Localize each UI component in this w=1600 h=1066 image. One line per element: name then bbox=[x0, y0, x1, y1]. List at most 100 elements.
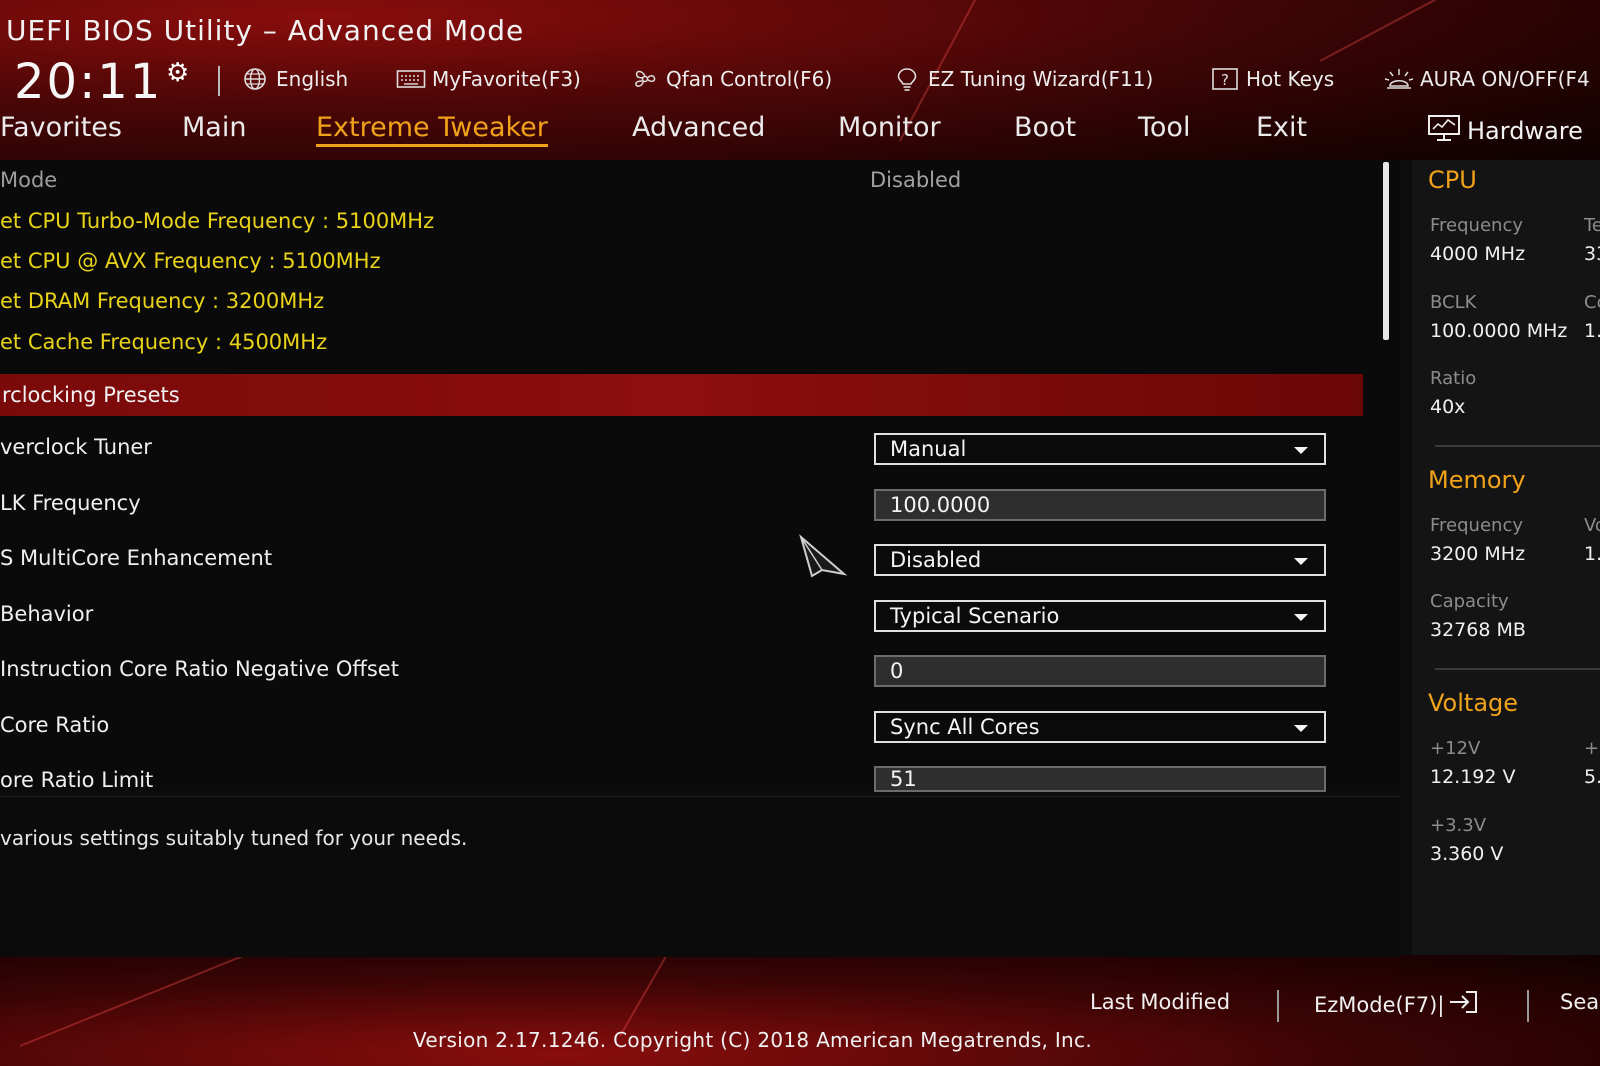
cpu-core-ratio-label: Core Ratio bbox=[0, 713, 110, 737]
mode-value: Disabled bbox=[870, 168, 962, 192]
core-ratio-limit-label: ore Ratio Limit bbox=[0, 768, 154, 792]
ez-tuning-wizard-label: EZ Tuning Wizard(F11) bbox=[928, 67, 1154, 91]
dropdown-caret-icon bbox=[1294, 725, 1308, 732]
qfan-control-button[interactable]: Qfan Control(F6) bbox=[630, 64, 832, 94]
ez-tuning-wizard-button[interactable]: EZ Tuning Wizard(F11) bbox=[892, 64, 1153, 94]
hw-divider bbox=[1435, 668, 1600, 670]
hw-capacity-value: 32768 MB bbox=[1430, 619, 1526, 641]
hw-bclk-value: 100.0000 MHz bbox=[1430, 320, 1568, 342]
cpu-core-ratio-select[interactable]: Sync All Cores bbox=[874, 711, 1326, 743]
globe-icon bbox=[240, 67, 270, 91]
dropdown-caret-icon bbox=[1294, 558, 1308, 565]
fan-icon bbox=[630, 67, 660, 91]
target-cpu-turbo-frequency: et CPU Turbo-Mode Frequency : 5100MHz bbox=[0, 209, 435, 233]
hw-core-voltage-value: 1. bbox=[1584, 320, 1600, 342]
myfavorite-button[interactable]: MyFavorite(F3) bbox=[396, 64, 581, 94]
target-cache-frequency: et Cache Frequency : 4500MHz bbox=[0, 330, 328, 354]
hw-divider bbox=[1435, 445, 1600, 447]
footer-divider bbox=[1527, 990, 1529, 1022]
tab-advanced[interactable]: Advanced bbox=[632, 112, 765, 143]
version-copyright: Version 2.17.1246. Copyright (C) 2018 Am… bbox=[413, 1028, 1092, 1052]
section-title: rclocking Presets bbox=[2, 383, 180, 407]
ezmode-label: EzMode(F7)| bbox=[1314, 992, 1445, 1017]
multicore-enhancement-value: Disabled bbox=[890, 548, 982, 572]
target-cpu-avx-frequency: et CPU @ AVX Frequency : 5100MHz bbox=[0, 249, 381, 273]
hw-memory-voltage-label: Vo bbox=[1584, 515, 1600, 536]
decor-streak bbox=[19, 955, 299, 1047]
aura-light-icon bbox=[1384, 67, 1414, 91]
behavior-select[interactable]: Typical Scenario bbox=[874, 600, 1326, 632]
hw-5v-value: 5. bbox=[1584, 766, 1600, 788]
help-description-area bbox=[0, 796, 1400, 957]
avx-ratio-offset-value: 0 bbox=[890, 659, 904, 683]
dropdown-caret-icon bbox=[1294, 614, 1308, 621]
avx-ratio-offset-input[interactable]: 0 bbox=[874, 655, 1326, 687]
aura-toggle-label: AURA ON/OFF(F4 bbox=[1420, 67, 1590, 91]
tab-boot[interactable]: Boot bbox=[1014, 112, 1076, 143]
tab-main[interactable]: Main bbox=[182, 112, 246, 143]
tab-monitor[interactable]: Monitor bbox=[838, 112, 941, 143]
multicore-enhancement-label: S MultiCore Enhancement bbox=[0, 546, 273, 570]
qfan-control-label: Qfan Control(F6) bbox=[666, 67, 833, 91]
header-divider bbox=[218, 66, 220, 96]
target-dram-frequency: et DRAM Frequency : 3200MHz bbox=[0, 289, 325, 313]
last-modified-button[interactable]: Last Modified bbox=[1090, 990, 1230, 1014]
cpu-core-ratio-value: Sync All Cores bbox=[890, 715, 1040, 739]
hw-cpu-title: CPU bbox=[1428, 166, 1477, 194]
tab-extreme-tweaker[interactable]: Extreme Tweaker bbox=[316, 112, 548, 147]
settings-scrollbar[interactable] bbox=[1383, 162, 1389, 340]
hw-capacity-label: Capacity bbox=[1430, 591, 1509, 612]
svg-text:?: ? bbox=[1221, 71, 1229, 89]
behavior-label: Behavior bbox=[0, 602, 94, 626]
app-title: UEFI BIOS Utility – Advanced Mode bbox=[6, 14, 525, 47]
hw-ratio-value: 40x bbox=[1430, 396, 1466, 418]
core-ratio-limit-value: 51 bbox=[890, 767, 917, 791]
aura-toggle-button[interactable]: AURA ON/OFF(F4 bbox=[1384, 64, 1590, 94]
core-ratio-limit-input[interactable]: 51 bbox=[874, 766, 1326, 792]
overclock-tuner-select[interactable]: Manual bbox=[874, 433, 1326, 465]
hot-keys-button[interactable]: ? Hot Keys bbox=[1210, 64, 1334, 94]
hot-keys-label: Hot Keys bbox=[1246, 67, 1335, 91]
mode-label: Mode bbox=[0, 168, 58, 192]
clock-settings-gear-icon[interactable]: ⚙ bbox=[166, 58, 189, 88]
hw-memory-frequency-value: 3200 MHz bbox=[1430, 543, 1526, 565]
hw-ratio-label: Ratio bbox=[1430, 368, 1477, 389]
tab-favorites[interactable]: Favorites bbox=[0, 112, 122, 143]
hw-voltage-title: Voltage bbox=[1428, 689, 1519, 717]
bclk-frequency-label: LK Frequency bbox=[0, 491, 141, 515]
bclk-frequency-input[interactable]: 100.0000 bbox=[874, 489, 1326, 521]
hw-memory-voltage-value: 1. bbox=[1584, 543, 1600, 565]
help-box-icon: ? bbox=[1210, 67, 1240, 91]
clock-time: 20:11 bbox=[14, 54, 163, 110]
hw-3v3-label: +3.3V bbox=[1430, 815, 1487, 836]
keyboard-icon bbox=[396, 67, 426, 91]
dropdown-caret-icon bbox=[1294, 447, 1308, 454]
hw-bclk-label: BCLK bbox=[1430, 292, 1477, 313]
hw-cpu-temperature-value: 33 bbox=[1584, 243, 1600, 265]
language-button[interactable]: English bbox=[240, 64, 348, 94]
main-menu-tabs: Favorites Main Extreme Tweaker Advanced … bbox=[0, 112, 1340, 156]
tab-exit[interactable]: Exit bbox=[1256, 112, 1307, 143]
overclock-tuner-value: Manual bbox=[890, 437, 967, 461]
avx-ratio-offset-label: Instruction Core Ratio Negative Offset bbox=[0, 657, 399, 681]
search-button[interactable]: Sea bbox=[1560, 990, 1599, 1014]
tab-tool[interactable]: Tool bbox=[1138, 112, 1190, 143]
behavior-value: Typical Scenario bbox=[890, 604, 1060, 628]
monitor-display-icon bbox=[1427, 114, 1461, 148]
bulb-icon bbox=[892, 67, 922, 91]
help-description-text: various settings suitably tuned for your… bbox=[0, 826, 468, 850]
multicore-enhancement-select[interactable]: Disabled bbox=[874, 544, 1326, 576]
overclocking-presets-section[interactable]: rclocking Presets bbox=[0, 374, 1363, 416]
hardware-monitor-header[interactable]: Hardware bbox=[1427, 114, 1583, 148]
hw-cpu-frequency-label: Frequency bbox=[1430, 215, 1523, 236]
decor-streak bbox=[619, 955, 711, 1037]
hardware-monitor-title: Hardware bbox=[1467, 117, 1583, 145]
hw-5v-label: +5 bbox=[1584, 738, 1600, 759]
footer-divider bbox=[1277, 990, 1279, 1022]
exit-arrow-icon bbox=[1448, 990, 1478, 1019]
hw-3v3-value: 3.360 V bbox=[1430, 843, 1504, 865]
hw-cpu-temperature-label: Te bbox=[1584, 215, 1600, 236]
ezmode-button[interactable]: EzMode(F7)| bbox=[1314, 990, 1478, 1019]
hw-memory-frequency-label: Frequency bbox=[1430, 515, 1523, 536]
hw-core-voltage-label: Co bbox=[1584, 292, 1600, 313]
